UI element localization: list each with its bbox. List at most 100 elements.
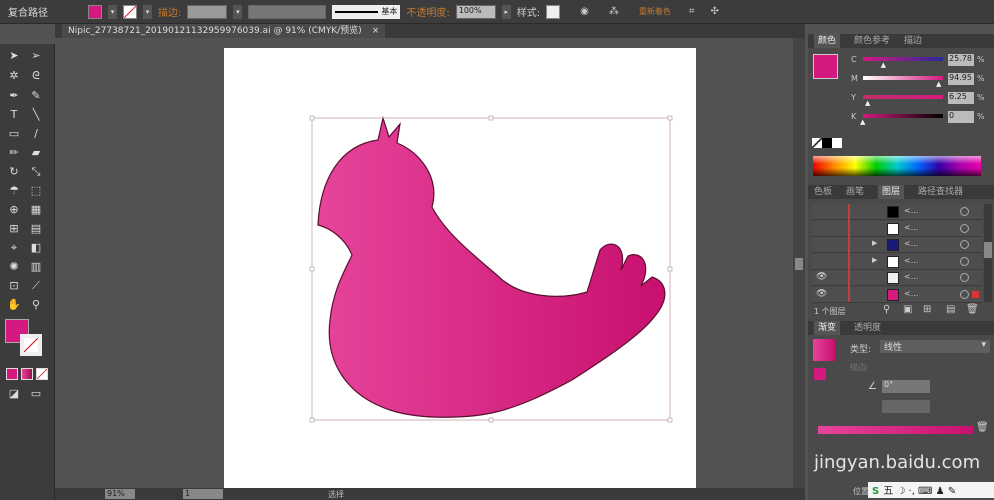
location-label: 位置: [853, 487, 869, 496]
channel-row-y: Y ▲ 6.25 %: [808, 92, 994, 107]
layer-row[interactable]: <...: [812, 204, 982, 220]
zoom-field[interactable]: 91%: [105, 489, 135, 499]
channel-row-k: K ▲ 0 %: [808, 111, 994, 126]
layer-name: <...: [904, 272, 919, 281]
layer-thumbnail: [887, 272, 899, 284]
ime-toolbar[interactable]: S五 ☽ ·, ⌨ ♟ ✎: [868, 482, 994, 498]
target-icon[interactable]: [960, 256, 969, 266]
channel-slider[interactable]: [863, 57, 943, 61]
layer-name: <...: [904, 255, 919, 265]
artboard-number-field[interactable]: 1: [183, 489, 223, 499]
gradient-panel-tabs: 渐变 透明度: [808, 321, 994, 335]
layer-name: <...: [904, 288, 919, 298]
slider-thumb-icon[interactable]: ▲: [881, 61, 886, 69]
channel-row-c: C ▲ 25.78 %: [808, 54, 994, 69]
sogou-icon: S: [872, 486, 880, 497]
channel-label: Y: [851, 93, 856, 102]
gradient-slider[interactable]: [818, 426, 973, 434]
delete-layer-icon[interactable]: 🗑: [966, 304, 979, 315]
target-icon[interactable]: [960, 289, 969, 299]
target-icon[interactable]: [960, 207, 969, 216]
layer-row[interactable]: ▶ <...: [812, 237, 982, 253]
angle-field[interactable]: 0°: [882, 380, 930, 393]
right-panels: 颜色 颜色参考 描边 C ▲ 25.78 % M ▲ 94.95 % Y ▲ 6.2…: [808, 34, 994, 500]
expand-arrow-icon[interactable]: ▶: [872, 239, 877, 247]
status-bar: 91% 1 选择: [55, 488, 805, 500]
clipping-mask-icon[interactable]: ▣: [903, 304, 912, 315]
layer-color-bar: [848, 204, 850, 302]
channel-value[interactable]: 0: [948, 111, 974, 123]
tab-pathfinder[interactable]: 路径查找器: [918, 185, 963, 199]
selected-indicator: [972, 290, 979, 298]
tab-color[interactable]: 颜色: [814, 34, 841, 48]
channel-label: C: [851, 55, 857, 64]
channel-label: M: [851, 74, 858, 83]
layer-row[interactable]: 👁 <...: [812, 286, 982, 303]
percent-label: %: [977, 55, 985, 64]
layer-thumbnail: [887, 222, 899, 235]
channel-label: K: [851, 112, 857, 121]
bird-shape[interactable]: [317, 115, 666, 418]
ime-mode-icon: 五 ☽ ·, ⌨ ♟ ✎: [883, 486, 957, 497]
black-swatch[interactable]: [822, 138, 832, 148]
white-swatch[interactable]: [832, 138, 842, 148]
none-swatch[interactable]: [812, 138, 822, 148]
angle-icon: ∠: [868, 381, 877, 392]
channel-slider[interactable]: [863, 95, 943, 99]
layer-name: <...: [904, 239, 919, 248]
channel-slider[interactable]: [863, 76, 943, 80]
color-spectrum[interactable]: [813, 156, 981, 176]
locate-object-icon[interactable]: ⚲: [883, 304, 890, 315]
layer-name: <...: [904, 206, 919, 215]
layers-panel-tabs: 色板 画笔 图层 路径查找器: [808, 185, 994, 199]
expand-arrow-icon[interactable]: ▶: [872, 256, 877, 264]
layer-thumbnail: [887, 255, 899, 268]
slider-thumb-icon[interactable]: ▲: [936, 80, 941, 88]
layer-row[interactable]: 👁 <...: [812, 270, 982, 286]
gradient-fill-box[interactable]: [814, 368, 826, 380]
watermark-url: jingyan.baidu.com: [814, 452, 981, 473]
gradient-type-select[interactable]: 线性 ▾: [880, 340, 990, 353]
percent-label: %: [977, 93, 985, 102]
gradient-type-value: 线性: [884, 343, 903, 353]
layer-row[interactable]: <...: [812, 220, 982, 237]
channel-value[interactable]: 94.95: [948, 73, 974, 85]
target-icon[interactable]: [960, 240, 969, 249]
tab-gradient[interactable]: 渐变: [814, 321, 841, 335]
gradient-type-label: 类型:: [850, 345, 872, 355]
tab-brushes[interactable]: 画笔: [846, 185, 864, 199]
channel-value[interactable]: 25.78: [948, 54, 974, 66]
aspect-field[interactable]: [882, 400, 930, 413]
slider-thumb-icon[interactable]: ▲: [865, 99, 870, 107]
channel-slider[interactable]: [863, 114, 943, 118]
visibility-eye-icon[interactable]: 👁: [816, 289, 827, 299]
layer-name: <...: [904, 222, 919, 232]
vertical-scrollbar[interactable]: [793, 38, 805, 488]
delete-stop-icon[interactable]: 🗑: [976, 422, 989, 433]
new-layer-icon[interactable]: ▤: [946, 304, 955, 315]
tab-layers[interactable]: 图层: [878, 185, 905, 199]
layer-row[interactable]: ▶ <...: [812, 253, 982, 270]
layer-thumbnail: [887, 288, 899, 301]
status-mode[interactable]: 选择: [328, 489, 344, 500]
target-icon[interactable]: [960, 273, 969, 282]
slider-thumb-icon[interactable]: ▲: [860, 118, 865, 126]
tab-color-guide[interactable]: 颜色参考: [854, 34, 890, 48]
target-icon[interactable]: [960, 223, 969, 233]
stroke-gradient-label: 描边:: [850, 363, 869, 372]
tab-transparency[interactable]: 透明度: [854, 321, 881, 335]
layer-thumbnail: [887, 206, 899, 218]
percent-label: %: [977, 74, 985, 83]
channel-value[interactable]: 6.25: [948, 92, 974, 104]
gradient-preview[interactable]: [813, 339, 835, 361]
layer-count: 1 个图层: [814, 307, 846, 316]
new-sublayer-icon[interactable]: ⊞: [923, 304, 931, 315]
tab-stroke[interactable]: 描边: [904, 34, 922, 48]
channel-row-m: M ▲ 94.95 %: [808, 73, 994, 88]
layers-scrollbar[interactable]: [984, 204, 992, 302]
tab-swatches[interactable]: 色板: [814, 185, 832, 199]
percent-label: %: [977, 112, 985, 121]
layer-thumbnail: [887, 239, 899, 251]
visibility-eye-icon[interactable]: 👁: [816, 272, 827, 282]
color-panel-tabs: 颜色 颜色参考 描边: [808, 34, 994, 48]
